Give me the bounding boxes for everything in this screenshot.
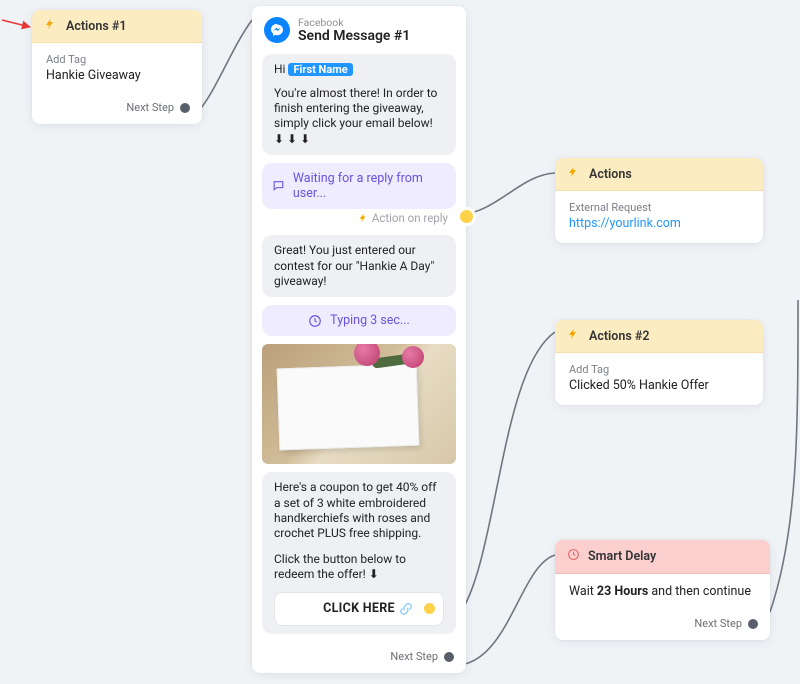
typing-text: Typing 3 sec...	[330, 313, 410, 328]
greeting-bubble: Hi First Name You're almost there! In or…	[262, 54, 456, 155]
delay-prefix: Wait	[569, 584, 597, 599]
actions-2-card[interactable]: Actions #2 Add Tag Clicked 50% Hankie Of…	[555, 320, 763, 405]
first-name-pill[interactable]: First Name	[288, 63, 352, 76]
actions-1-card[interactable]: Actions #1 Add Tag Hankie Giveaway Next …	[32, 10, 202, 124]
send-message-card[interactable]: Facebook Send Message #1 Hi First Name Y…	[252, 6, 466, 673]
next-step-label: Next Step	[694, 617, 742, 630]
actions-1-next[interactable]: Next Step	[32, 95, 202, 124]
external-request-label: External Request	[569, 201, 749, 214]
action-on-reply-label: Action on reply	[358, 211, 448, 225]
output-port-icon[interactable]	[444, 652, 454, 662]
delay-suffix: and then continue	[648, 584, 751, 599]
next-step-label: Next Step	[126, 101, 174, 114]
typing-delay-pill[interactable]: Typing 3 sec...	[262, 305, 456, 336]
send-message-next[interactable]: Next Step	[252, 638, 466, 673]
messenger-icon	[264, 17, 290, 43]
greeting-body: You're almost there! In order to finish …	[274, 86, 437, 146]
add-tag-value-2: Clicked 50% Hankie Offer	[569, 378, 749, 393]
delay-duration: 23 Hours	[597, 584, 648, 599]
actions-1-title: Actions #1	[66, 19, 127, 34]
lightning-icon	[567, 328, 581, 344]
output-port-icon[interactable]	[180, 103, 190, 113]
click-here-button[interactable]: CLICK HERE	[274, 592, 444, 626]
smart-delay-header: Smart Delay	[555, 540, 770, 574]
product-image	[262, 344, 456, 464]
actions-1-body: Add Tag Hankie Giveaway	[32, 43, 202, 95]
add-tag-label: Add Tag	[46, 53, 188, 66]
reply-output-port-icon[interactable]	[460, 210, 473, 223]
waiting-text: Waiting for a reply from user...	[293, 171, 446, 201]
cta-label: CLICK HERE	[323, 601, 395, 616]
smart-delay-card[interactable]: Smart Delay Wait 23 Hours and then conti…	[555, 540, 770, 640]
actions-1-header: Actions #1	[32, 10, 202, 43]
actions-ext-card[interactable]: Actions External Request https://yourlin…	[555, 158, 763, 243]
actions-2-header: Actions #2	[555, 320, 763, 353]
coupon-text-2: Click the button below to redeem the off…	[274, 552, 406, 581]
lightning-icon	[358, 213, 368, 223]
actions-ext-body: External Request https://yourlink.com	[555, 191, 763, 243]
smart-delay-body: Wait 23 Hours and then continue	[555, 574, 770, 611]
send-message-title: Send Message #1	[298, 29, 410, 44]
next-step-label: Next Step	[390, 650, 438, 663]
lightning-icon	[567, 166, 581, 182]
waiting-for-reply-pill[interactable]: Waiting for a reply from user...	[262, 163, 456, 209]
actions-ext-title: Actions	[589, 167, 632, 182]
coupon-text: Here's a coupon to get 40% off a set of …	[274, 480, 436, 540]
output-port-icon[interactable]	[748, 619, 758, 629]
actions-ext-header: Actions	[555, 158, 763, 191]
actions-2-body: Add Tag Clicked 50% Hankie Offer	[555, 353, 763, 405]
add-tag-label-2: Add Tag	[569, 363, 749, 376]
lightning-icon	[44, 18, 58, 34]
coupon-bubble: Here's a coupon to get 40% off a set of …	[262, 472, 456, 634]
external-url-link[interactable]: https://yourlink.com	[569, 216, 681, 231]
send-message-header: Facebook Send Message #1	[252, 6, 466, 50]
link-icon	[399, 602, 413, 622]
confirmation-bubble: Great! You just entered our contest for …	[262, 235, 456, 297]
greeting-prefix: Hi	[274, 62, 288, 76]
smart-delay-next[interactable]: Next Step	[555, 611, 770, 640]
actions-2-title: Actions #2	[589, 329, 650, 344]
smart-delay-title: Smart Delay	[588, 549, 656, 564]
cta-output-port-icon[interactable]	[424, 603, 435, 614]
clock-icon	[567, 548, 580, 565]
speech-bubble-icon	[272, 179, 285, 193]
add-tag-value: Hankie Giveaway	[46, 68, 188, 83]
clock-icon	[308, 314, 322, 328]
